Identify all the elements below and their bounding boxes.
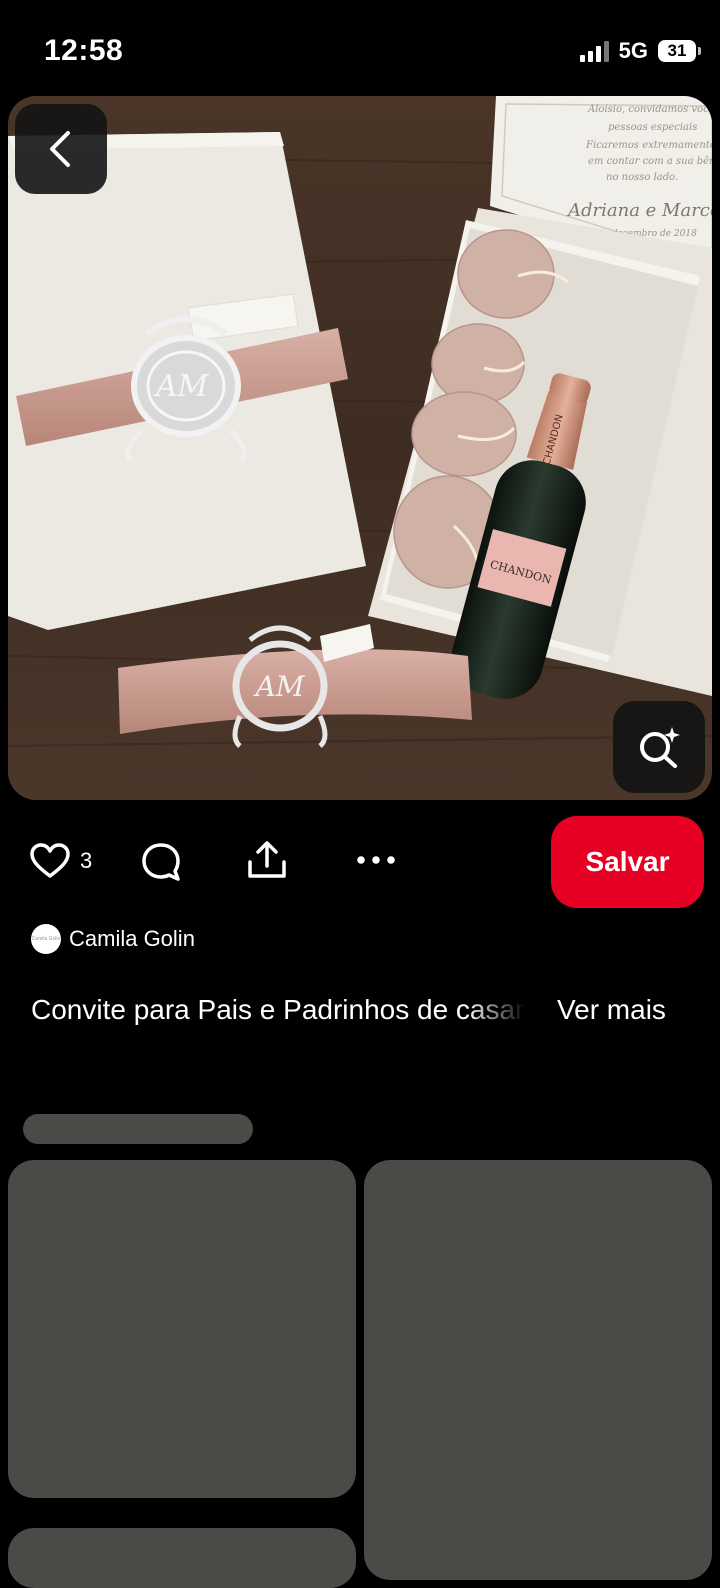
skeleton-title — [23, 1114, 253, 1144]
more-options-button[interactable] — [356, 852, 396, 868]
more-icon — [357, 856, 395, 864]
status-indicators: 5G 31 — [579, 38, 701, 64]
status-time: 12:58 — [44, 34, 124, 67]
svg-text:Adriana e Marcos: Adriana e Marcos — [566, 200, 712, 221]
like-count: 3 — [80, 848, 93, 873]
see-more-link[interactable]: Ver mais — [557, 994, 666, 1026]
svg-text:pessoas especiais: pessoas especiais — [608, 122, 697, 133]
svg-text:AM: AM — [253, 670, 306, 703]
avatar: Camila Golin — [31, 924, 61, 954]
battery-icon: 31 — [658, 40, 701, 62]
share-button[interactable] — [246, 840, 288, 880]
back-button[interactable] — [15, 104, 107, 194]
svg-text:em contar com a sua bênção: em contar com a sua bênção — [588, 156, 712, 167]
visual-search-icon — [640, 727, 680, 768]
skeleton-card — [364, 1160, 712, 1580]
pin-image[interactable]: AM Aloisio, convidamos você pessoas espe… — [8, 96, 712, 800]
author-link[interactable]: Camila Golin Camila Golin — [31, 924, 195, 954]
skeleton-card — [8, 1160, 356, 1498]
like-button[interactable]: 3 — [30, 843, 92, 879]
skeleton-card — [8, 1528, 356, 1588]
signal-icon — [579, 40, 609, 62]
share-icon — [248, 841, 286, 878]
visual-search-button[interactable] — [613, 701, 705, 793]
pin-description: Convite para Pais e Padrinhos de casamen… — [31, 994, 526, 1025]
pin-photo-illustration: AM Aloisio, convidamos você pessoas espe… — [8, 96, 712, 800]
svg-text:AM: AM — [153, 369, 210, 404]
comment-button[interactable] — [141, 842, 181, 882]
heart-icon — [30, 843, 70, 878]
battery-level: 31 — [667, 41, 687, 60]
save-button[interactable]: Salvar — [551, 816, 704, 908]
svg-text:Aloisio, convidamos você: Aloisio, convidamos você — [587, 104, 712, 115]
chevron-left-icon — [50, 131, 70, 167]
author-name: Camila Golin — [69, 926, 195, 951]
svg-text:Ficaremos extremamente felizes: Ficaremos extremamente felizes — [585, 140, 712, 151]
comment-icon — [142, 843, 180, 881]
svg-text:no nosso lado.: no nosso lado. — [606, 172, 678, 183]
network-label: 5G — [618, 38, 648, 63]
